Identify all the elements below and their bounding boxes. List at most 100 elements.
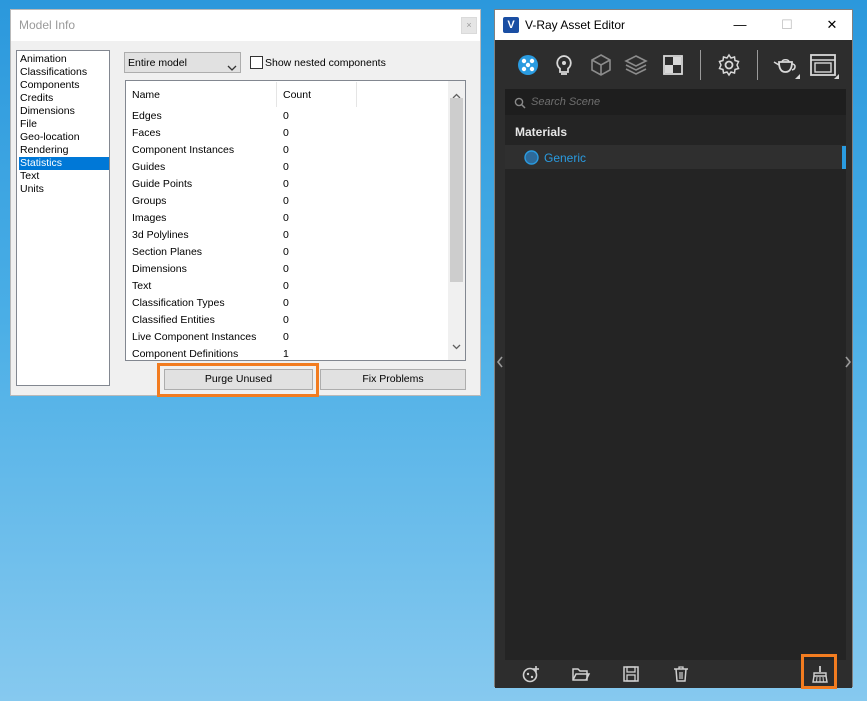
table-row[interactable]: Images 0: [126, 210, 449, 227]
row-name: Text: [132, 280, 152, 292]
table-row[interactable]: Classification Types 0: [126, 295, 449, 312]
table-row[interactable]: Dimensions 0: [126, 261, 449, 278]
row-name: Guide Points: [132, 178, 193, 190]
table-row[interactable]: Component Instances 0: [126, 142, 449, 159]
chevron-left-icon[interactable]: [496, 355, 504, 373]
row-count: 1: [283, 348, 289, 360]
fix-problems-button[interactable]: Fix Problems: [320, 369, 466, 390]
row-count: 0: [283, 127, 289, 139]
row-name: Images: [132, 212, 167, 224]
lights-icon[interactable]: [551, 52, 577, 78]
statistics-rows: Edges 0 Faces 0 Component Instances 0 Guide…: [126, 108, 449, 360]
search-input[interactable]: [531, 94, 821, 110]
list-item[interactable]: Generic: [505, 145, 846, 169]
sidebar-item-dimensions[interactable]: Dimensions: [19, 105, 109, 118]
row-name: Classification Types: [132, 297, 225, 309]
sidebar-item-components[interactable]: Components: [19, 79, 109, 92]
model-info-category-list: Animation Classifications Components Cre…: [16, 50, 110, 386]
column-header-count[interactable]: Count: [277, 82, 357, 107]
row-count: 0: [283, 297, 289, 309]
geometry-icon[interactable]: [588, 52, 614, 78]
search-icon: [514, 96, 526, 114]
render-teapot-icon[interactable]: [771, 52, 801, 79]
sidebar-item-classifications[interactable]: Classifications: [19, 66, 109, 79]
sidebar-item-animation[interactable]: Animation: [19, 53, 109, 66]
materials-icon[interactable]: [515, 52, 541, 78]
table-row[interactable]: Edges 0: [126, 108, 449, 125]
row-count: 0: [283, 212, 289, 224]
chevron-down-icon[interactable]: [452, 337, 461, 355]
textures-icon[interactable]: [660, 52, 686, 78]
table-row[interactable]: Text 0: [126, 278, 449, 295]
scrollbar-thumb[interactable]: [450, 98, 463, 282]
settings-icon[interactable]: [716, 52, 742, 78]
show-nested-checkbox[interactable]: [250, 56, 263, 69]
delete-icon[interactable]: [671, 664, 691, 684]
sidebar-item-credits[interactable]: Credits: [19, 92, 109, 105]
material-sphere-icon: [524, 150, 539, 170]
sidebar-item-units[interactable]: Units: [19, 183, 109, 196]
chevron-down-icon: [227, 59, 237, 77]
row-count: 0: [283, 144, 289, 156]
render-elements-icon[interactable]: [623, 52, 649, 78]
scope-select-value: Entire model: [128, 57, 187, 69]
purge-unused-highlight: [157, 363, 319, 397]
row-count: 0: [283, 263, 289, 275]
open-file-icon[interactable]: [571, 664, 591, 684]
close-icon: ✕: [826, 17, 838, 32]
row-count: 0: [283, 195, 289, 207]
table-row[interactable]: Live Component Instances 0: [126, 329, 449, 346]
chevron-right-icon[interactable]: [844, 355, 852, 373]
scope-select[interactable]: Entire model: [124, 52, 241, 73]
toolbar-separator: [757, 50, 758, 80]
maximize-button[interactable]: ☐: [778, 16, 796, 34]
row-count: 0: [283, 161, 289, 173]
table-row[interactable]: Groups 0: [126, 193, 449, 210]
materials-section-header: Materials: [515, 125, 568, 139]
show-nested-label[interactable]: Show nested components: [265, 57, 386, 69]
toolbar-separator: [700, 50, 701, 80]
sidebar-item-geo-location[interactable]: Geo-location: [19, 131, 109, 144]
column-header-empty: [357, 82, 449, 107]
close-button[interactable]: ✕: [823, 16, 841, 34]
statistics-table: Name Count Edges 0 Faces 0 Component Insta…: [125, 80, 466, 361]
close-button[interactable]: ×: [461, 17, 477, 34]
table-row[interactable]: 3d Polylines 0: [126, 227, 449, 244]
search-bar: [505, 89, 846, 115]
vray-logo: V: [503, 17, 519, 33]
frame-buffer-icon[interactable]: [808, 52, 840, 79]
row-count: 0: [283, 314, 289, 326]
sidebar-item-statistics[interactable]: Statistics: [19, 157, 109, 170]
row-name: Groups: [132, 195, 167, 207]
row-name: Faces: [132, 127, 161, 139]
vray-titlebar[interactable]: V V-Ray Asset Editor — ☐ ✕: [495, 10, 852, 40]
selection-marker: [842, 146, 846, 169]
table-row[interactable]: Component Definitions 1: [126, 346, 449, 360]
row-count: 0: [283, 229, 289, 241]
close-icon: ×: [466, 20, 472, 30]
column-header-name[interactable]: Name: [126, 82, 277, 107]
save-icon[interactable]: [621, 664, 641, 684]
table-row[interactable]: Guide Points 0: [126, 176, 449, 193]
table-scrollbar[interactable]: [448, 81, 465, 360]
table-row[interactable]: Section Planes 0: [126, 244, 449, 261]
table-row[interactable]: Classified Entities 0: [126, 312, 449, 329]
minimize-button[interactable]: —: [731, 16, 749, 34]
table-row[interactable]: Guides 0: [126, 159, 449, 176]
table-row[interactable]: Faces 0: [126, 125, 449, 142]
sidebar-item-rendering[interactable]: Rendering: [19, 144, 109, 157]
vray-bottom-toolbar: [495, 660, 852, 688]
row-name: Section Planes: [132, 246, 203, 258]
row-name: Edges: [132, 110, 162, 122]
sidebar-item-text[interactable]: Text: [19, 170, 109, 183]
purge-materials-highlight: [801, 654, 837, 689]
add-material-icon[interactable]: [521, 664, 541, 684]
row-name: 3d Polylines: [132, 229, 189, 241]
row-name: Live Component Instances: [132, 331, 257, 343]
row-name: Component Instances: [132, 144, 235, 156]
sidebar-item-file[interactable]: File: [19, 118, 109, 131]
model-info-window: Model Info × Animation Classifications C…: [10, 9, 481, 396]
maximize-icon: ☐: [781, 17, 793, 32]
model-info-titlebar[interactable]: Model Info ×: [11, 10, 480, 41]
row-count: 0: [283, 178, 289, 190]
